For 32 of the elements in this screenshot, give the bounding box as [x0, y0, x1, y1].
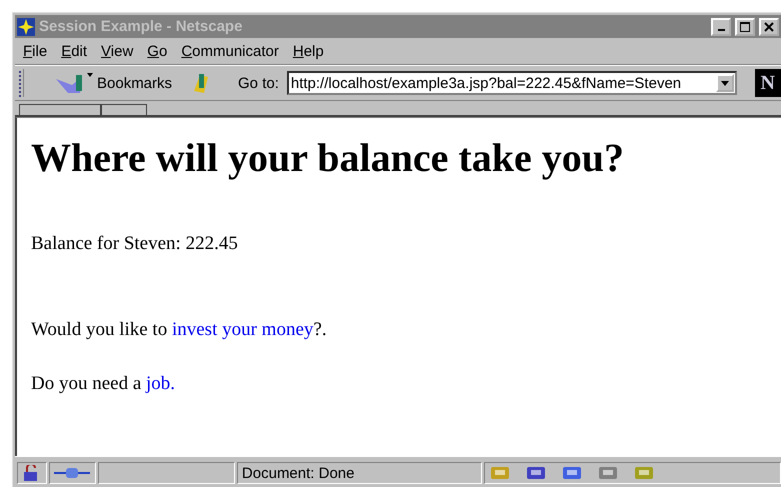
caret-icon: [720, 80, 729, 86]
connection-icon: [54, 466, 90, 480]
minimize-button[interactable]: [711, 18, 731, 36]
page-heading: Where will your balance take you?: [31, 134, 625, 181]
status-text: Document: Done: [242, 464, 354, 482]
toolbar-tab[interactable]: [101, 104, 147, 115]
link[interactable]: job.: [146, 373, 176, 394]
minimize-icon: [718, 29, 724, 31]
goto-label: Go to:: [238, 74, 279, 92]
close-button[interactable]: [759, 18, 779, 36]
menu-item[interactable]: View: [95, 42, 140, 60]
url-field[interactable]: http://localhost/example3a.jsp?bal=222.45&fName=Steven: [286, 71, 737, 95]
paragraph: Do you need a job.: [31, 373, 176, 395]
window-title: Session Example - Netscape: [39, 18, 244, 35]
menu-item[interactable]: Help: [286, 42, 330, 60]
padlock-icon[interactable]: [22, 465, 40, 481]
menu-item[interactable]: Communicator: [175, 42, 285, 60]
bookmarks-icon: [54, 71, 94, 95]
toolbar-grip[interactable]: [17, 69, 24, 97]
netscape-logo[interactable]: N: [754, 69, 781, 97]
close-icon: [764, 22, 774, 32]
menu-item[interactable]: File: [17, 42, 54, 60]
menu-item[interactable]: Go: [141, 42, 174, 60]
toolbar-tab[interactable]: [19, 104, 101, 115]
link[interactable]: invest your money: [172, 319, 314, 340]
paragraph: Would you like to invest your money?.: [31, 319, 328, 341]
bookmarks-button[interactable]: Bookmarks: [50, 71, 176, 95]
dropdown-button[interactable]: [716, 74, 734, 92]
menu-item[interactable]: Edit: [55, 42, 94, 60]
balance-text: Balance for Steven: 222.45: [31, 233, 239, 255]
maximize-icon: [740, 22, 750, 32]
maximize-button[interactable]: [735, 18, 755, 36]
